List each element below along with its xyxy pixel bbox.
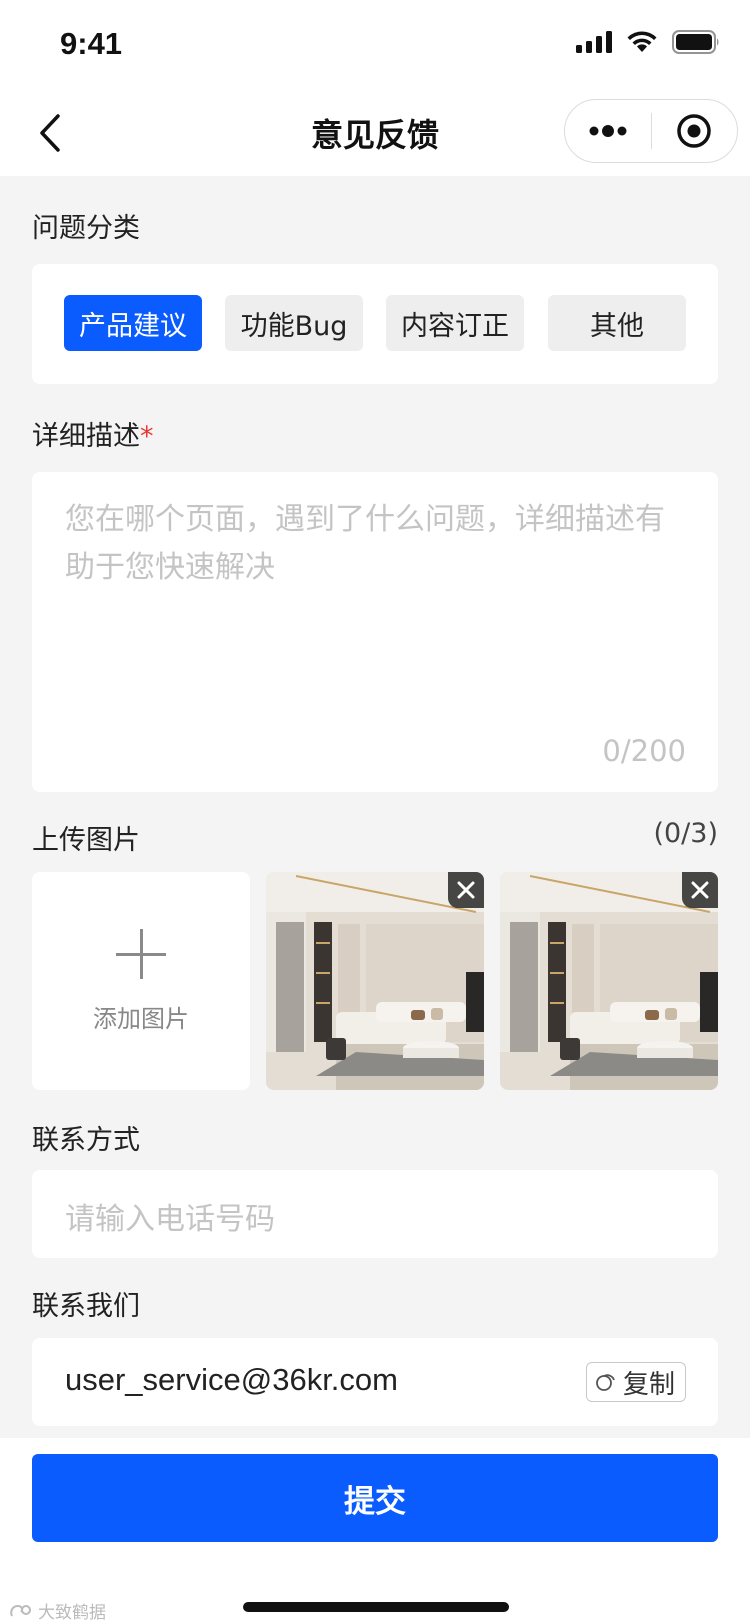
battery-icon: [672, 30, 719, 54]
character-count: 0/200: [602, 734, 686, 768]
copy-button[interactable]: 复制: [585, 1362, 686, 1402]
watermark-logo-icon: [10, 1604, 31, 1616]
uploaded-image-1[interactable]: [266, 872, 484, 1090]
uploaded-image-2[interactable]: [500, 872, 718, 1090]
upload-count: (0/3): [653, 818, 718, 849]
description-label: 详细描述*: [32, 414, 154, 453]
mini-program-capsule: [564, 99, 738, 163]
category-card: 产品建议 功能Bug 内容订正 其他: [32, 264, 718, 384]
chip-product-suggestion[interactable]: 产品建议: [64, 295, 202, 351]
copy-label: 复制: [622, 1369, 675, 1400]
phone-placeholder: 请输入电话号码: [65, 1202, 275, 1237]
wifi-icon: [627, 31, 657, 52]
status-icons: [576, 30, 720, 54]
more-button[interactable]: [565, 100, 651, 162]
chip-content-correction[interactable]: 内容订正: [386, 295, 524, 351]
submit-button[interactable]: 提交: [32, 1454, 718, 1542]
remove-image-button[interactable]: [448, 872, 484, 908]
plus-icon: [116, 928, 166, 979]
phone-input[interactable]: 请输入电话号码: [32, 1170, 718, 1258]
required-mark: *: [140, 421, 154, 452]
add-image-label: 添加图片: [93, 1004, 189, 1033]
description-textarea[interactable]: 您在哪个页面，遇到了什么问题，详细描述有助于您快速解决 0/200: [32, 472, 718, 792]
chip-other[interactable]: 其他: [548, 295, 686, 351]
remove-image-button[interactable]: [682, 872, 718, 908]
close-icon: [457, 881, 475, 899]
upload-label: 上传图片: [32, 825, 140, 856]
add-image-button[interactable]: 添加图片: [32, 872, 250, 1090]
description-label-text: 详细描述: [32, 421, 140, 452]
bottom-bar: 提交 大致鹤据: [0, 1438, 750, 1624]
watermark-text: 大致鹤据: [38, 1603, 106, 1623]
close-mini-program-button[interactable]: [652, 100, 738, 162]
chip-feature-bug[interactable]: 功能Bug: [225, 295, 363, 351]
contact-label: 联系方式: [32, 1125, 140, 1156]
watermark: 大致鹤据: [8, 1598, 106, 1623]
contact-us-label: 联系我们: [32, 1291, 140, 1322]
more-dots-icon: [589, 125, 627, 137]
home-indicator: [243, 1602, 509, 1612]
status-time: 9:41: [60, 26, 123, 61]
nav-bar: 意见反馈: [0, 90, 750, 176]
close-icon: [691, 881, 709, 899]
description-placeholder: 您在哪个页面，遇到了什么问题，详细描述有助于您快速解决: [65, 502, 665, 585]
signal-icon: [576, 31, 612, 53]
category-label: 问题分类: [32, 213, 140, 244]
copy-icon: [596, 1374, 615, 1391]
contact-us-card: user_service@36kr.com 复制: [32, 1338, 718, 1426]
status-bar: 9:41: [0, 0, 750, 90]
target-circle-icon: [677, 114, 711, 148]
service-email: user_service@36kr.com: [65, 1362, 398, 1397]
